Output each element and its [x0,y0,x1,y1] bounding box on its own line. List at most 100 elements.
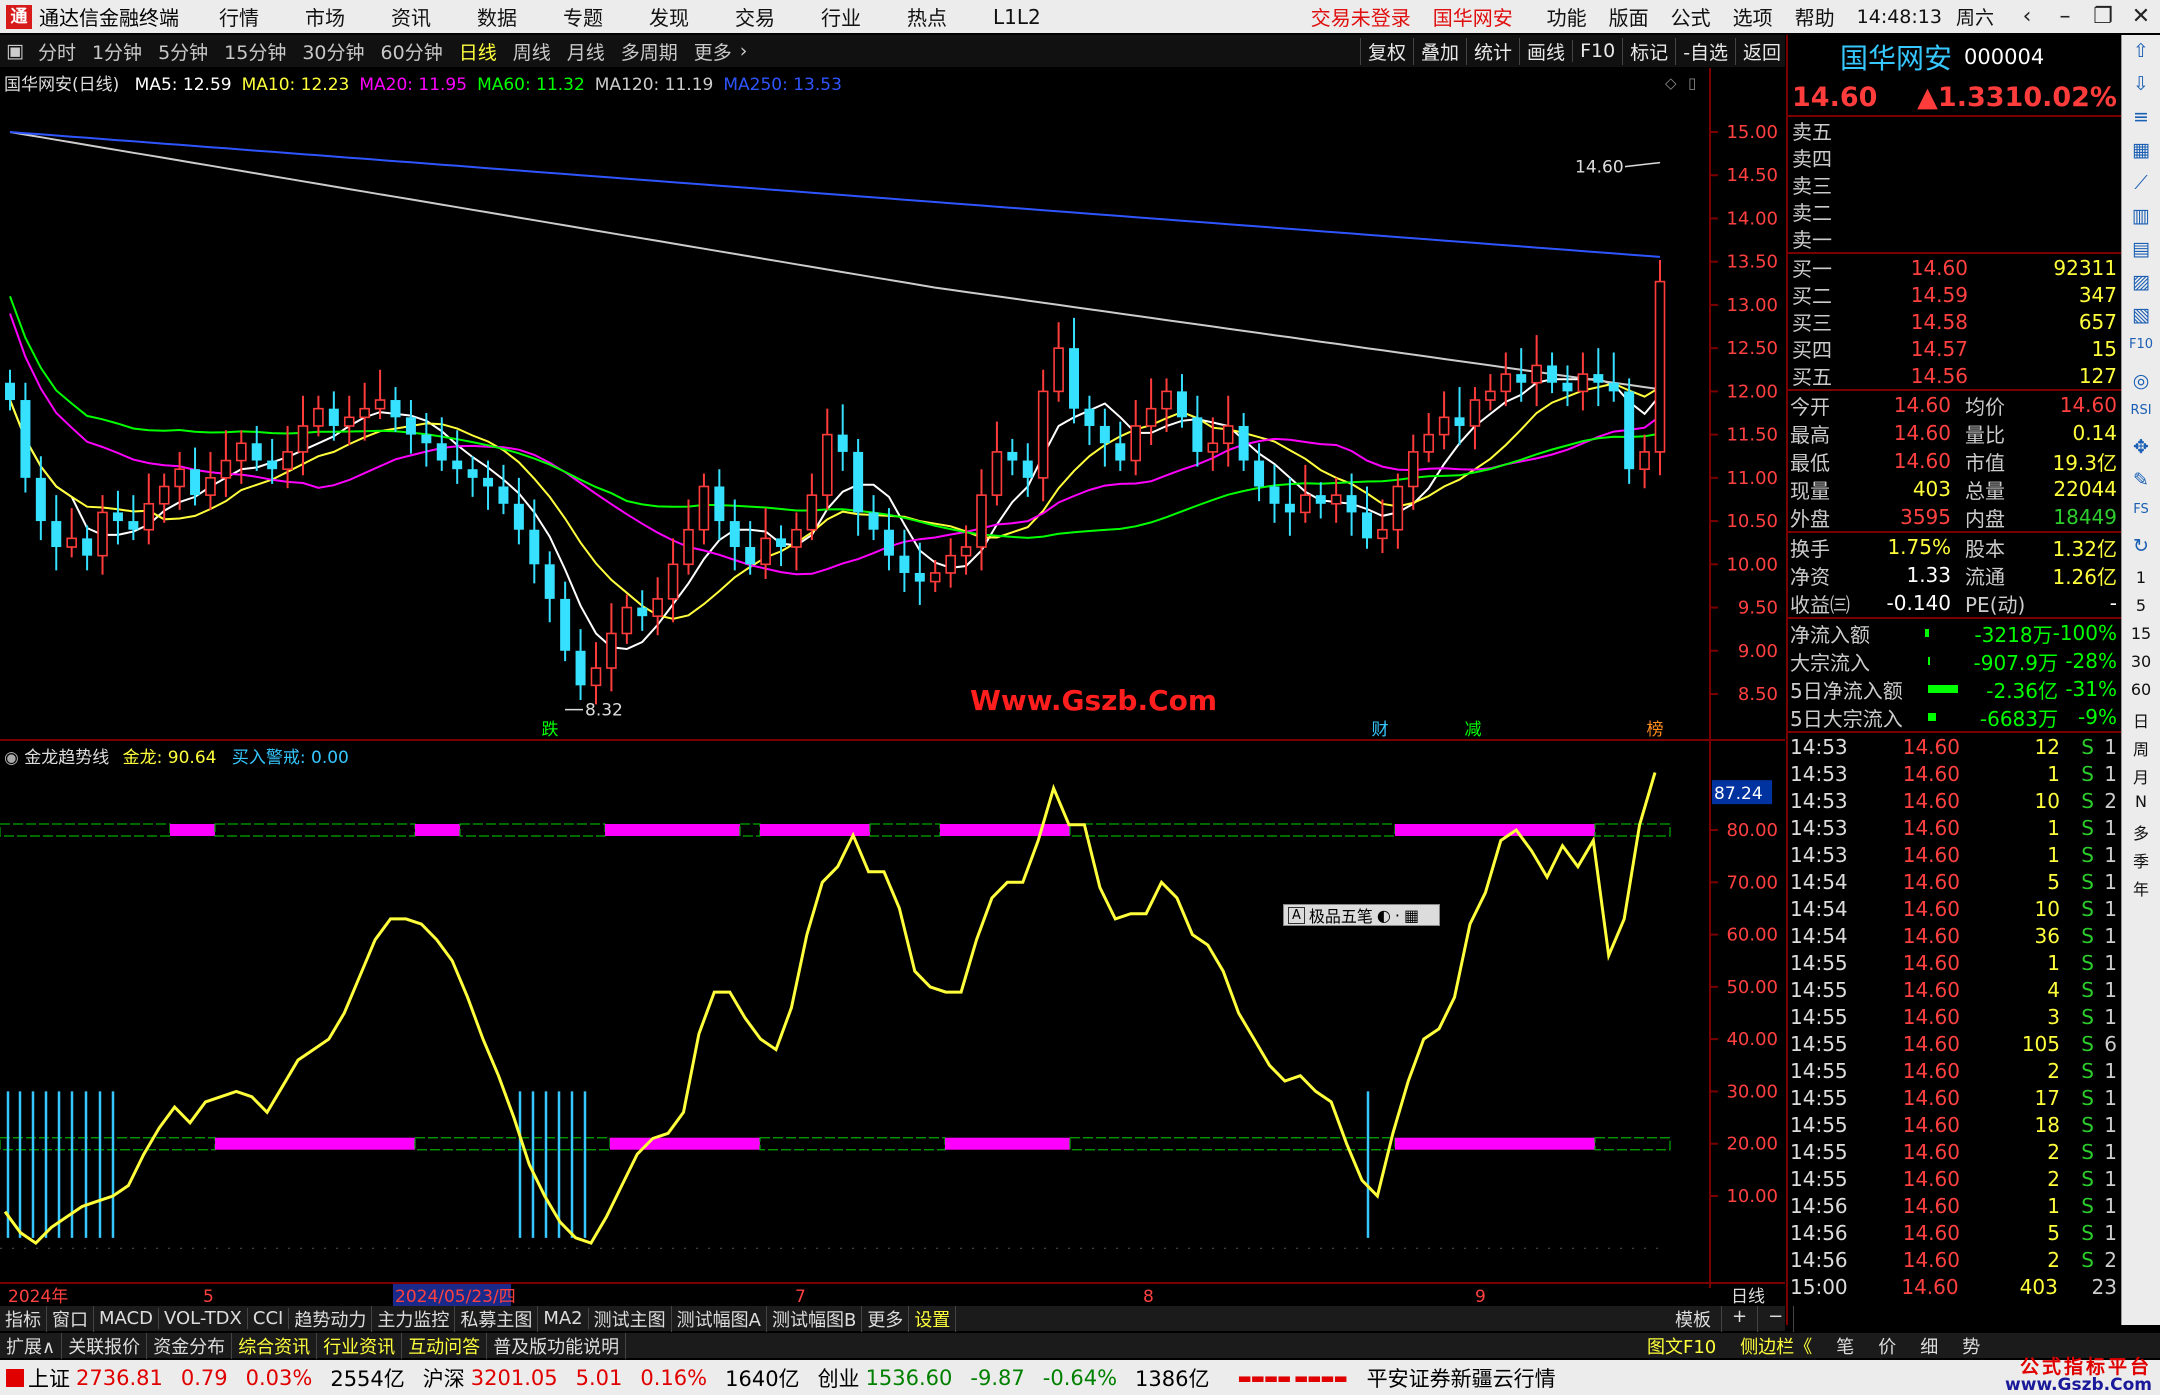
menu-news[interactable]: 资讯 [391,2,431,31]
period-tab-30min[interactable]: 30分钟 [294,38,372,65]
indicator-tab[interactable]: 测试幅图B [767,1305,863,1332]
period-shortcut[interactable]: 季 [2126,848,2156,872]
fs-icon[interactable]: FS [2126,502,2156,530]
indicator-tab[interactable]: 私募主图 [455,1305,539,1332]
template-button[interactable]: − [1758,1305,1795,1332]
period-tab-daily[interactable]: 日线 [451,38,505,65]
list-icon[interactable]: ≡ [2126,106,2156,134]
bid-row[interactable]: 买一 14.60 92311 [1788,254,2121,282]
info-tab[interactable]: 普及版功能说明 [487,1332,627,1359]
menu-layout[interactable]: 版面 [1609,2,1649,31]
menu-l1l2[interactable]: L1L2 [993,5,1041,29]
restore-icon[interactable]: ❐ [2084,4,2122,29]
info-right-button[interactable]: 笔 [1824,1333,1866,1359]
back-icon[interactable]: ‹ [2008,4,2046,29]
move-icon[interactable]: ✥ [2126,436,2156,464]
menu-market[interactable]: 市场 [305,2,345,31]
ime-toolbar[interactable]: A 极品五笔 ◐ · ▦ [1283,904,1440,926]
tool-f10[interactable]: F10 [1572,40,1622,62]
info-tab[interactable]: 综合资讯 [232,1332,318,1359]
menu-topics[interactable]: 专题 [563,2,603,31]
template-button[interactable]: 模板 [1665,1305,1722,1332]
tool-overlay[interactable]: 叠加 [1413,37,1466,65]
menu-industry[interactable]: 行业 [821,2,861,31]
indicator-tab[interactable]: 测试幅图A [672,1305,767,1332]
period-shortcut[interactable]: 多 [2126,820,2156,844]
period-shortcut[interactable]: 1 [2126,568,2156,592]
menu-hot[interactable]: 热点 [907,2,947,31]
menu-trade[interactable]: 交易 [735,2,775,31]
tool-draw[interactable]: 画线 [1519,37,1572,65]
tool-stats[interactable]: 统计 [1466,37,1519,65]
indicator-tab[interactable]: 更多 [862,1305,910,1332]
chevron-right-icon[interactable]: › [740,40,748,62]
bid-row[interactable]: 买三 14.58 657 [1788,308,2121,336]
grid-icon[interactable]: ▦ [2126,139,2156,167]
info-icon[interactable]: ▨ [2126,271,2156,299]
indicator-tab[interactable]: VOL-TDX [159,1308,248,1329]
period-shortcut[interactable]: 月 [2126,764,2156,788]
period-tab-multi[interactable]: 多周期 [613,38,686,65]
ime-moon-icon[interactable]: ◐ [1377,906,1391,925]
menu-function[interactable]: 功能 [1547,2,1587,31]
period-tab-15min[interactable]: 15分钟 [216,38,294,65]
period-shortcut[interactable]: 周 [2126,736,2156,760]
indicator-tab[interactable]: MA2 [538,1308,589,1329]
menu-data[interactable]: 数据 [477,2,517,31]
period-shortcut[interactable]: 30 [2126,652,2156,676]
kline-chart[interactable]: ◇ ▯ 15.00 14.50 14.00 13.50 13.00 12.50 12.00 11.… [0,68,1785,1308]
indicator-tab[interactable]: MACD [94,1308,159,1329]
indicator-tab[interactable]: 主力监控 [372,1305,456,1332]
ime-dot-icon[interactable]: · [1395,906,1400,925]
trade-login-status[interactable]: 交易未登录 [1311,2,1411,31]
ask-row[interactable]: 卖一 [1788,225,2121,252]
period-shortcut[interactable]: 日 [2126,708,2156,732]
menu-formula[interactable]: 公式 [1671,2,1711,31]
info-tab[interactable]: 资金分布 [147,1332,233,1359]
menu-help[interactable]: 帮助 [1795,2,1835,31]
pen-icon[interactable]: ✎ [2126,469,2156,497]
info-right-button[interactable]: 图文F10 [1635,1333,1728,1359]
ime-keyboard-icon[interactable]: ▦ [1404,906,1419,925]
ask-row[interactable]: 卖二 [1788,198,2121,225]
indicator-tab[interactable]: 趋势动力 [289,1305,373,1332]
chart-icon[interactable]: ⟋ [2126,172,2156,200]
period-tab-1min[interactable]: 1分钟 [84,38,150,65]
refresh-icon[interactable]: ↻ [2126,535,2156,563]
close-icon[interactable]: ✕ [2122,4,2160,29]
k-icon[interactable]: ▥ [2126,205,2156,233]
info-right-button[interactable]: 细 [1908,1333,1950,1359]
indicator-tab[interactable]: 指标 [0,1305,47,1332]
ask-row[interactable]: 卖五 [1788,117,2121,144]
info-tab[interactable]: 行业资讯 [317,1332,403,1359]
ask-row[interactable]: 卖三 [1788,171,2121,198]
period-tab-5min[interactable]: 5分钟 [150,38,216,65]
tick-list[interactable]: 14:53 14.60 12 S 1 14:53 14.60 1 S 1 14:53 14.60 10 S… [1788,733,2121,1300]
bid-row[interactable]: 买二 14.59 347 [1788,281,2121,309]
table-icon[interactable]: ▤ [2126,238,2156,266]
period-tab-timeshare[interactable]: 分时 [30,38,84,65]
indicator-name[interactable]: 金龙趋势线 [24,748,109,768]
menu-quotes[interactable]: 行情 [219,2,259,31]
tool-remove-watch[interactable]: -自选 [1675,37,1735,65]
f10-icon[interactable]: F10 [2126,337,2156,365]
index-name[interactable]: 创业 [818,1363,860,1393]
info-right-button[interactable]: 侧边栏《 [1728,1333,1824,1359]
period-shortcut[interactable]: 5 [2126,596,2156,620]
period-shortcut[interactable]: 年 [2126,876,2156,900]
indicator-tab[interactable]: 窗口 [47,1305,94,1332]
indicator-tab[interactable]: 设置 [909,1305,957,1332]
index-name[interactable]: 沪深 [423,1363,465,1393]
info-right-button[interactable]: 价 [1866,1333,1908,1359]
collapse-icon[interactable]: ◉ [4,748,19,768]
period-shortcut[interactable]: N [2126,792,2156,816]
rsi-icon[interactable]: RSI [2126,403,2156,431]
indicator-tab[interactable]: 测试主图 [589,1305,672,1332]
period-shortcut[interactable]: 60 [2126,680,2156,704]
period-tab-more[interactable]: 更多 [686,38,740,65]
info-tab[interactable]: 扩展∧ [0,1332,63,1359]
period-menu-icon[interactable]: ▣ [0,40,30,62]
tool-adjust[interactable]: 复权 [1360,37,1413,65]
doc-icon[interactable]: ▧ [2126,304,2156,332]
period-shortcut[interactable]: 15 [2126,624,2156,648]
